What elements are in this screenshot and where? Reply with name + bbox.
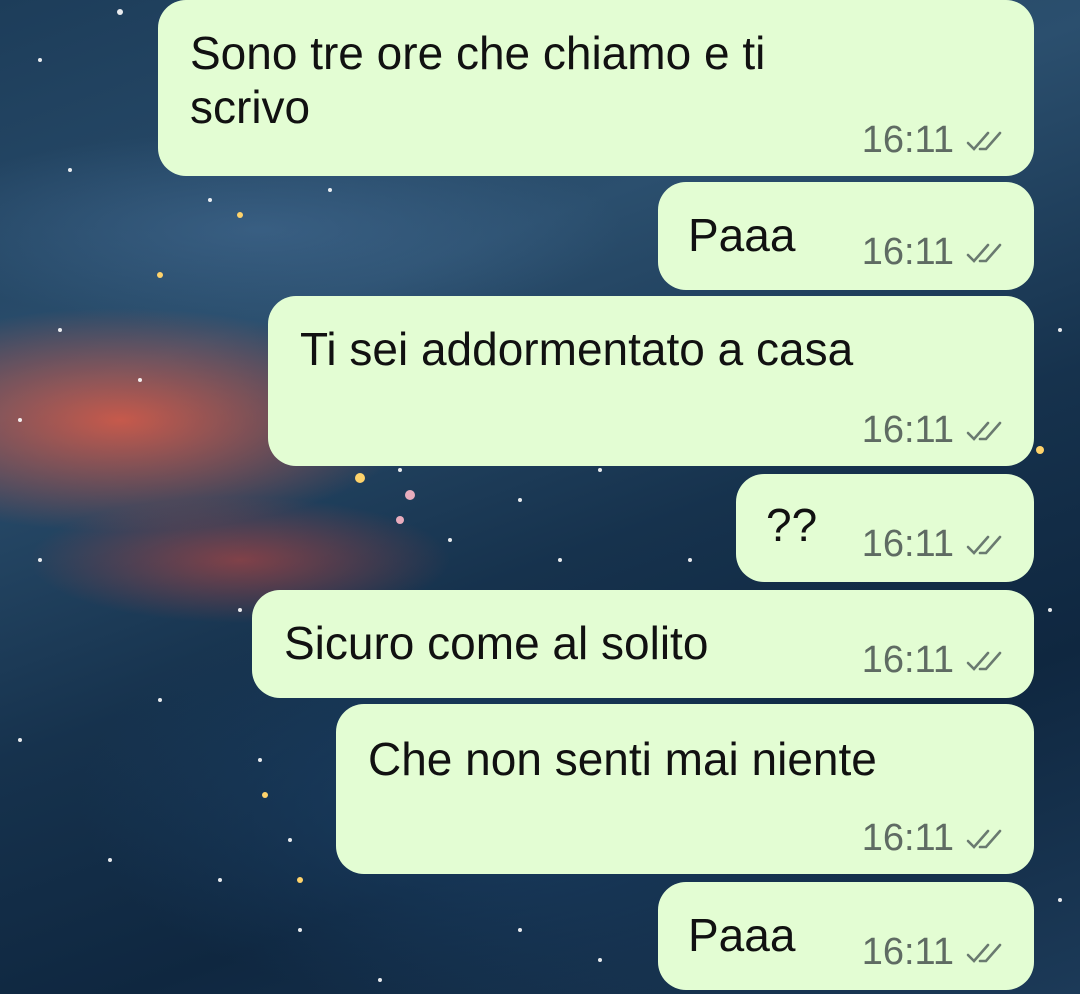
message-time: 16:11 (861, 817, 954, 859)
message-time: 16:11 (861, 523, 954, 565)
message-bubble[interactable]: Paaa 16:11 (658, 182, 1034, 290)
message-meta: 16:11 (862, 931, 1002, 974)
message-text: Sono tre ore che chiamo e ti scrivo (190, 27, 766, 133)
message-bubble[interactable]: Paaa 16:11 (658, 882, 1034, 990)
message-time: 16:11 (861, 409, 954, 451)
message-bubble[interactable]: ?? 16:11 (736, 474, 1034, 582)
message-time: 16:11 (861, 931, 954, 973)
double-check-icon (966, 943, 1002, 963)
message-meta: 16:11 (862, 639, 1002, 682)
double-check-icon (966, 829, 1002, 849)
message-meta: 16:11 (862, 523, 1002, 566)
double-check-icon (966, 131, 1002, 151)
message-bubble[interactable]: Sono tre ore che chiamo e ti scrivo 16:1… (158, 0, 1034, 176)
message-time: 16:11 (861, 119, 954, 161)
message-meta: 16:11 (862, 409, 1002, 452)
message-text: ?? (766, 499, 818, 551)
message-text: Che non senti mai niente (368, 733, 877, 785)
message-time: 16:11 (861, 639, 954, 681)
message-text: Ti sei addormentato a casa (300, 323, 854, 375)
message-time: 16:11 (861, 231, 954, 273)
double-check-icon (966, 421, 1002, 441)
double-check-icon (966, 535, 1002, 555)
double-check-icon (966, 243, 1002, 263)
double-check-icon (966, 651, 1002, 671)
message-meta: 16:11 (862, 817, 1002, 860)
message-meta: 16:11 (862, 231, 1002, 274)
message-bubble[interactable]: Che non senti mai niente 16:11 (336, 704, 1034, 874)
message-bubble[interactable]: Ti sei addormentato a casa 16:11 (268, 296, 1034, 466)
message-bubble[interactable]: Sicuro come al solito 16:11 (252, 590, 1034, 698)
message-text: Sicuro come al solito (284, 617, 709, 669)
message-text: Paaa (688, 909, 796, 961)
message-text: Paaa (688, 209, 796, 261)
message-meta: 16:11 (862, 119, 1002, 162)
